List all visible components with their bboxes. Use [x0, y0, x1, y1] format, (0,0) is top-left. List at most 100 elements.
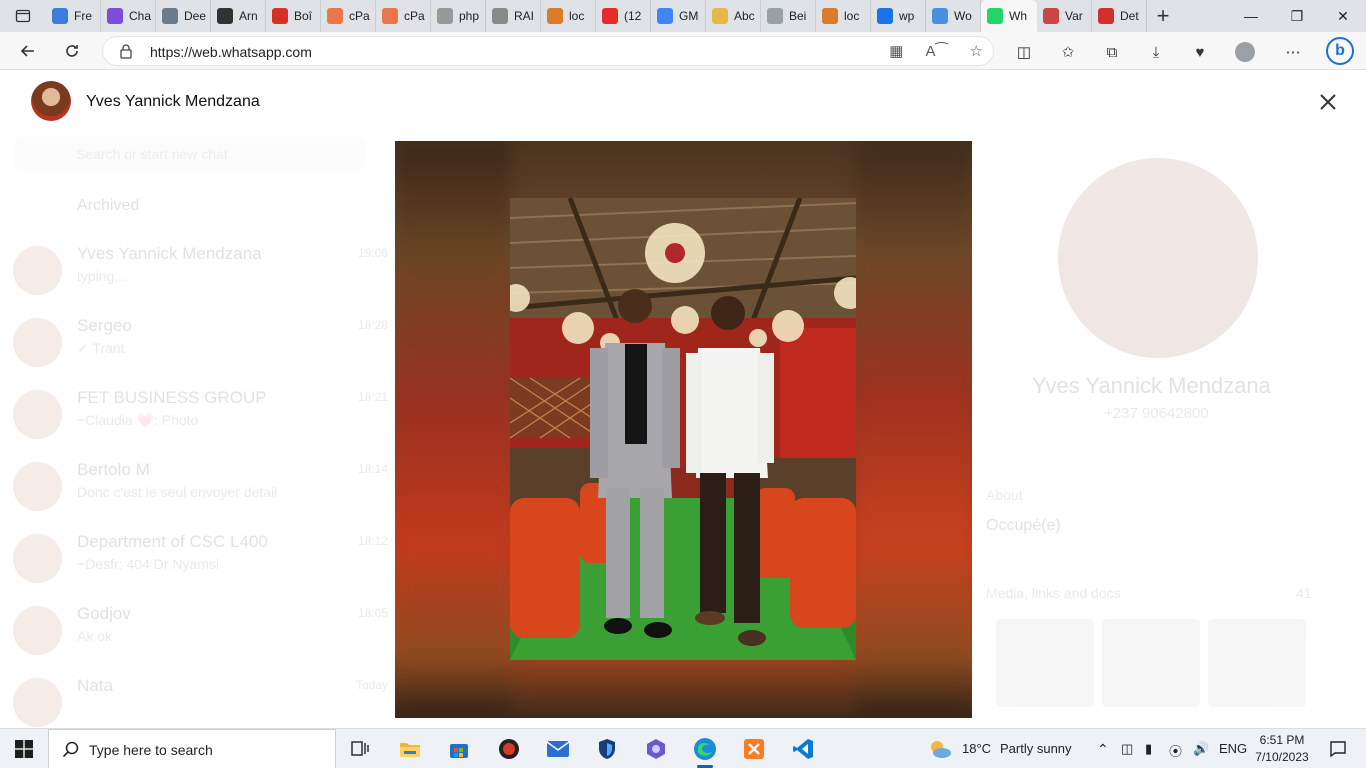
- chat-name: Sergeo: [77, 316, 132, 335]
- clock-date: 7/10/2023: [1255, 750, 1309, 764]
- system-clock[interactable]: 6:51 PM 7/10/2023: [1252, 732, 1312, 766]
- file-explorer-icon[interactable]: [390, 733, 430, 765]
- browser-tab[interactable]: Cha: [101, 0, 156, 32]
- favorites-icon[interactable]: ✩: [1057, 41, 1079, 63]
- close-viewer-button[interactable]: [1316, 90, 1340, 114]
- wifi-icon[interactable]: ⦿: [1169, 741, 1182, 760]
- browser-toolbar: https://web.whatsapp.com ▦ A⁀ ☆ ◫ ✩ ⧉ ⤓ …: [0, 32, 1366, 70]
- shared-photo[interactable]: [510, 198, 856, 660]
- maximize-button[interactable]: ❐: [1274, 0, 1320, 32]
- address-bar[interactable]: https://web.whatsapp.com ▦ A⁀ ☆: [102, 36, 994, 66]
- browser-tab[interactable]: Wo: [926, 0, 981, 32]
- browser-tab-label: GM: [679, 9, 699, 23]
- browser-tab[interactable]: Arn: [211, 0, 266, 32]
- chat-avatar: [13, 462, 62, 511]
- close-window-button[interactable]: ✕: [1320, 0, 1366, 32]
- chat-list-item: FET BUSINESS GROUP ~Claudia 💗: Photo 18:21: [0, 380, 392, 452]
- volume-icon[interactable]: 🔊: [1193, 741, 1209, 757]
- chat-list-item: Bertolo M Donc c'est le seul envoyer deta…: [0, 452, 392, 524]
- security-shield-icon[interactable]: [587, 733, 627, 765]
- favicon-icon: [52, 8, 68, 24]
- chat-list-item: Department of CSC L400 ~Desfr: 404 Dr Nya…: [0, 524, 392, 596]
- browser-tab-label: Dee: [184, 9, 207, 23]
- browser-tab[interactable]: php: [431, 0, 486, 32]
- chat-time: 19:06: [357, 246, 388, 260]
- read-aloud-icon[interactable]: A⁀: [925, 42, 947, 60]
- github-icon: [217, 8, 233, 24]
- browser-tab[interactable]: Abc: [706, 0, 761, 32]
- favicon-icon: [932, 8, 948, 24]
- battery-icon[interactable]: ▮: [1145, 741, 1152, 757]
- flag-icon: [1043, 8, 1059, 24]
- profile-avatar-icon[interactable]: [1234, 41, 1256, 63]
- browser-tab[interactable]: Var: [1037, 0, 1092, 32]
- weather-description[interactable]: Partly sunny: [1000, 741, 1072, 756]
- show-hidden-icons-chevron-icon[interactable]: ⌃: [1097, 741, 1109, 758]
- split-screen-icon[interactable]: ◫: [1013, 41, 1035, 63]
- browser-tab[interactable]: wp: [871, 0, 926, 32]
- browser-essentials-icon[interactable]: ♥: [1189, 41, 1211, 63]
- task-view-icon[interactable]: [340, 733, 380, 765]
- downloads-icon[interactable]: ⤓: [1145, 41, 1167, 63]
- mail-icon[interactable]: [538, 733, 578, 765]
- chat-search-input: Search or start new chat: [14, 137, 366, 171]
- browser-tab[interactable]: Wh✕: [981, 0, 1037, 32]
- chat-time: 18:21: [357, 390, 388, 404]
- browser-tab[interactable]: (12: [596, 0, 651, 32]
- notifications-icon[interactable]: [1318, 733, 1358, 765]
- browser-tab[interactable]: GM: [651, 0, 706, 32]
- windows-taskbar: Type here to search 18°C Partly sunny ⌃ …: [0, 728, 1366, 768]
- new-tab-button[interactable]: +: [1147, 0, 1179, 32]
- game-app-icon[interactable]: [489, 733, 529, 765]
- doc-icon: [767, 8, 783, 24]
- meet-now-icon[interactable]: ◫: [1121, 741, 1133, 757]
- browser-tab[interactable]: Fre: [46, 0, 101, 32]
- contact-profile-picture: [1058, 158, 1258, 358]
- contact-profile-name: Yves Yannick Mendzana: [1032, 373, 1271, 398]
- settings-more-icon[interactable]: ⋯: [1282, 41, 1304, 63]
- browser-tab[interactable]: Det: [1092, 0, 1147, 32]
- chat-preview: ✓ Trant: [77, 340, 125, 356]
- media-thumbnail: [1208, 619, 1306, 707]
- favorite-star-icon[interactable]: ☆: [970, 42, 983, 60]
- bing-copilot-icon[interactable]: b: [1326, 37, 1354, 65]
- weather-temperature[interactable]: 18°C: [962, 741, 991, 756]
- vscode-icon[interactable]: [783, 733, 823, 765]
- back-button[interactable]: [14, 38, 42, 64]
- chat-avatar: [13, 606, 62, 655]
- browser-tab-label: Var: [1065, 9, 1083, 23]
- browser-tab[interactable]: loc: [816, 0, 871, 32]
- microsoft-store-icon[interactable]: [439, 733, 479, 765]
- taskbar-search-box[interactable]: Type here to search: [48, 729, 336, 768]
- browser-tab[interactable]: cPa: [321, 0, 376, 32]
- contact-profile-phone: +237 90642800: [1104, 405, 1209, 422]
- browser-tab[interactable]: loc: [541, 0, 596, 32]
- browser-tab-label: Wh: [1009, 9, 1027, 23]
- input-language[interactable]: ENG: [1219, 741, 1247, 756]
- youtube-icon: [602, 8, 618, 24]
- app-available-icon[interactable]: ▦: [889, 42, 903, 60]
- xampp-icon[interactable]: [734, 733, 774, 765]
- chat-time: 18:05: [357, 606, 388, 620]
- tab-actions-button[interactable]: [0, 0, 46, 32]
- weather-partly-sunny-icon[interactable]: [922, 733, 958, 765]
- contact-avatar[interactable]: [31, 81, 71, 121]
- chat-search-placeholder: Search or start new chat: [76, 146, 228, 162]
- minimize-button[interactable]: —: [1228, 0, 1274, 32]
- browser-tab-label: Fre: [74, 9, 92, 23]
- browser-tab[interactable]: Boî: [266, 0, 321, 32]
- refresh-button[interactable]: [58, 38, 86, 64]
- start-button[interactable]: [0, 729, 48, 768]
- browser-tab[interactable]: cPa: [376, 0, 431, 32]
- edge-browser-icon[interactable]: [685, 733, 725, 768]
- browser-tab-label: wp: [899, 9, 915, 23]
- browser-tab[interactable]: RAI: [486, 0, 541, 32]
- browser-tab[interactable]: Bei: [761, 0, 816, 32]
- chat-name: FET BUSINESS GROUP: [77, 388, 267, 407]
- collections-icon[interactable]: ⧉: [1101, 41, 1123, 63]
- browser-tab[interactable]: Dee: [156, 0, 211, 32]
- viewer-contact-name: Yves Yannick Mendzana: [86, 93, 260, 110]
- chat-time: 18:12: [357, 534, 388, 548]
- copilot-app-icon[interactable]: [636, 733, 676, 765]
- browser-tab-label: Boî: [294, 9, 313, 23]
